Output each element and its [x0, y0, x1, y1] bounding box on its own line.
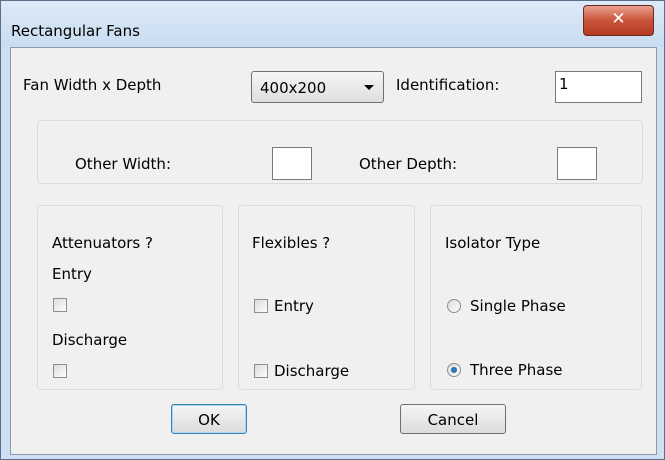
- chevron-down-icon: [364, 85, 374, 90]
- three-phase-radio[interactable]: [447, 363, 461, 377]
- other-depth-input[interactable]: [557, 147, 597, 180]
- flexibles-entry-label[interactable]: Entry: [274, 297, 314, 315]
- attenuators-discharge-label: Discharge: [52, 331, 128, 349]
- single-phase-label[interactable]: Single Phase: [470, 297, 566, 315]
- other-dimensions-group: [37, 120, 643, 184]
- attenuators-discharge-checkbox[interactable]: [53, 364, 67, 378]
- flexibles-discharge-label[interactable]: Discharge: [274, 362, 349, 380]
- flexibles-discharge-checkbox[interactable]: [254, 364, 268, 378]
- dialog-body: Fan Width x Depth 400x200 Identification…: [10, 47, 657, 455]
- other-width-label: Other Width:: [75, 155, 171, 173]
- close-icon: ✕: [611, 9, 626, 29]
- attenuators-entry-label: Entry: [52, 265, 92, 283]
- fan-size-label: Fan Width x Depth: [23, 76, 162, 94]
- cancel-button-label: Cancel: [427, 411, 479, 429]
- attenuators-title: Attenuators ?: [52, 234, 153, 252]
- title-bar[interactable]: Rectangular Fans ✕: [1, 1, 664, 47]
- isolator-type-title: Isolator Type: [445, 234, 541, 252]
- identification-input[interactable]: 1: [555, 71, 642, 103]
- three-phase-label[interactable]: Three Phase: [470, 361, 563, 379]
- single-phase-radio[interactable]: [447, 299, 461, 313]
- other-depth-label: Other Depth:: [359, 155, 458, 173]
- flexibles-title: Flexibles ?: [252, 234, 331, 252]
- attenuators-entry-checkbox[interactable]: [53, 298, 67, 312]
- ok-button-label: OK: [198, 411, 220, 429]
- dialog-window: Rectangular Fans ✕ Fan Width x Depth 400…: [0, 0, 665, 460]
- flexibles-entry-checkbox[interactable]: [254, 299, 268, 313]
- cancel-button[interactable]: Cancel: [400, 404, 506, 434]
- identification-label: Identification:: [396, 76, 500, 94]
- ok-button[interactable]: OK: [171, 404, 247, 434]
- fan-size-value: 400x200: [260, 79, 327, 97]
- other-width-input[interactable]: [272, 147, 312, 180]
- close-button[interactable]: ✕: [583, 5, 654, 36]
- fan-size-dropdown[interactable]: 400x200: [251, 71, 384, 103]
- window-title: Rectangular Fans: [11, 22, 140, 40]
